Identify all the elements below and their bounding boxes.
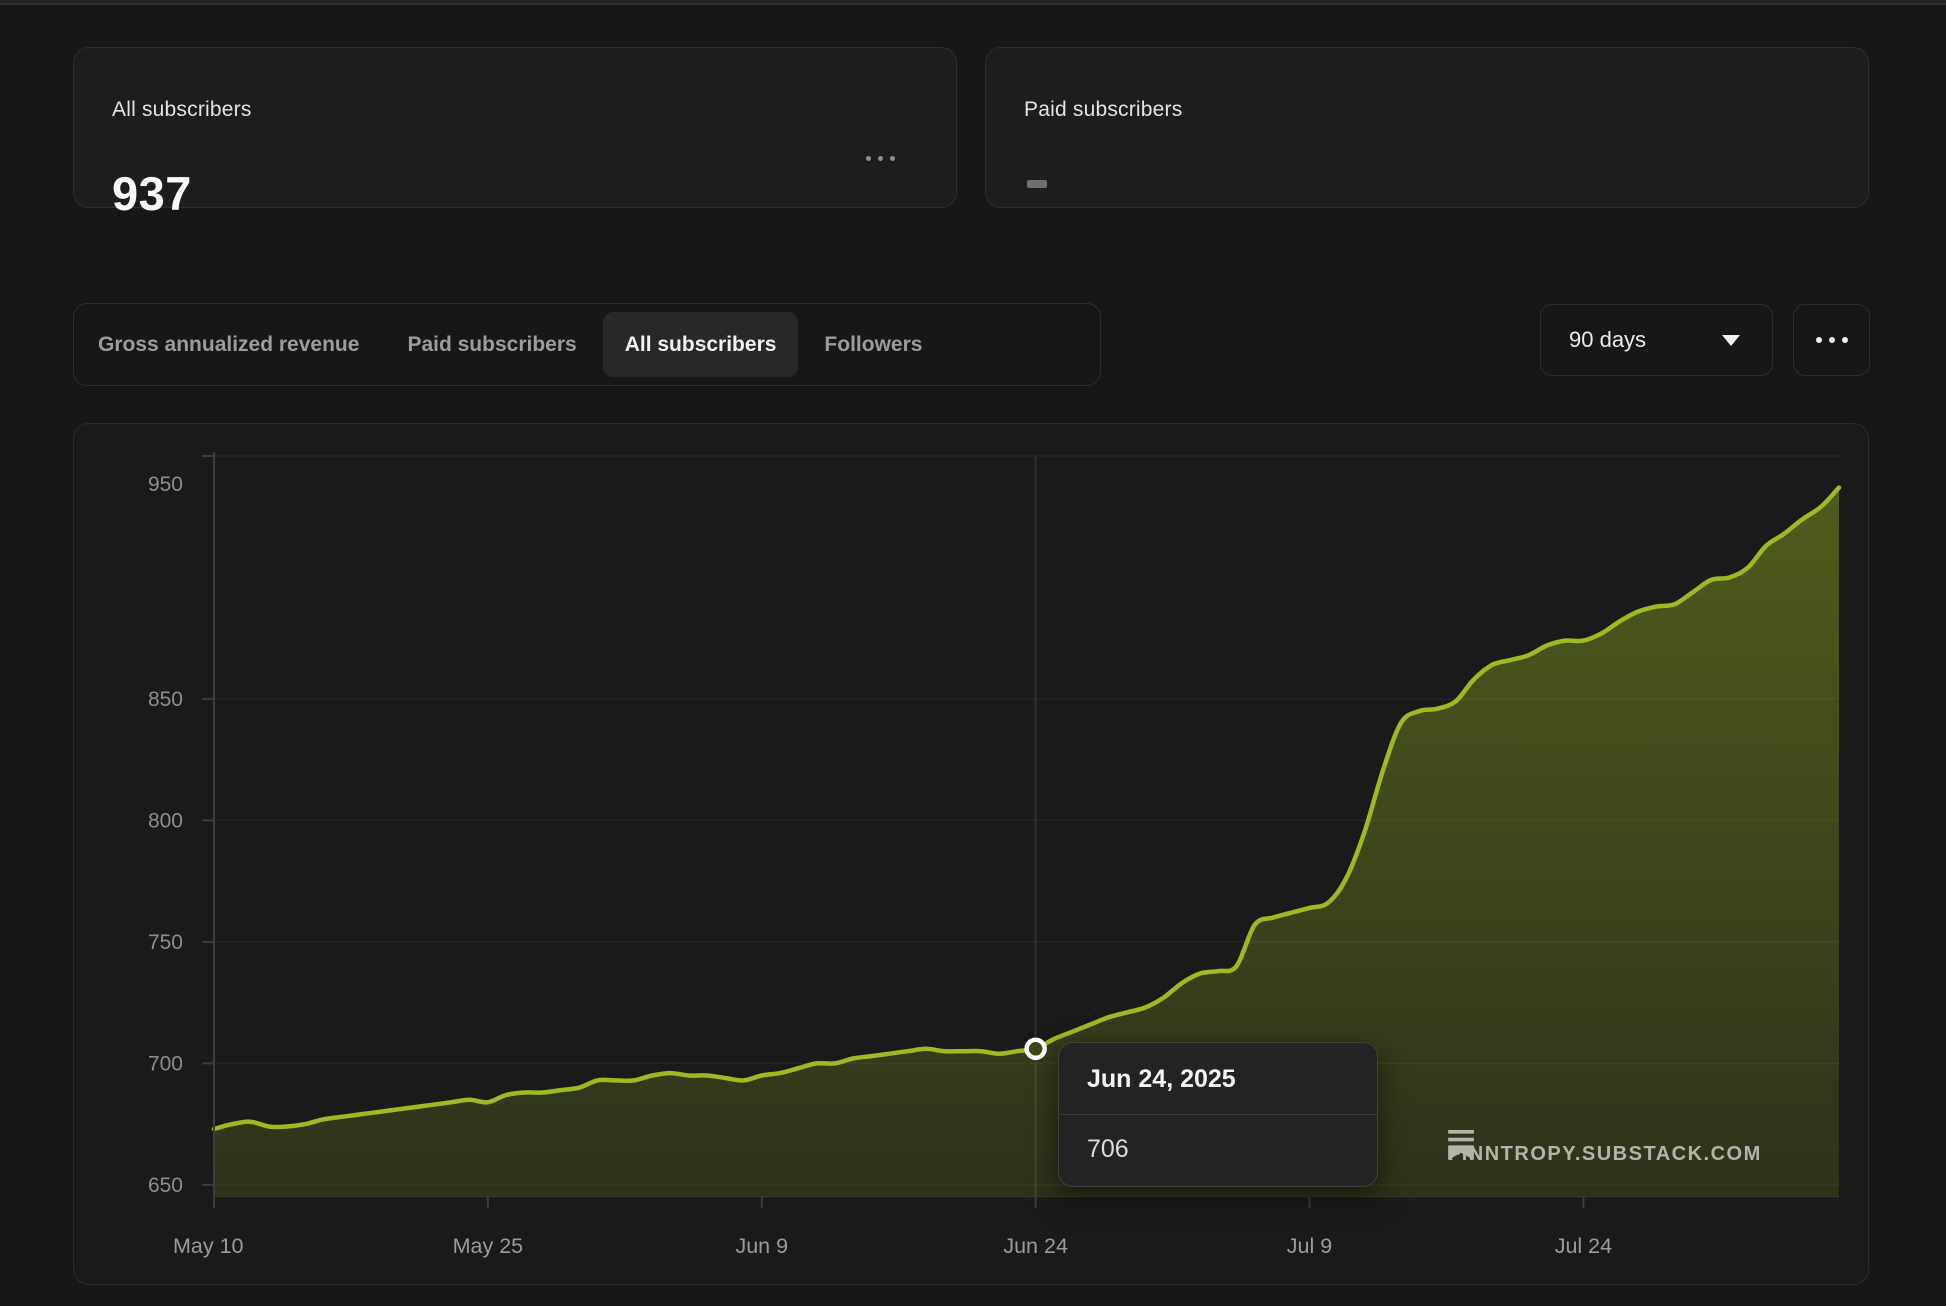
stat-card-paid-subscribers: Paid subscribers [985,47,1869,208]
stat-card-all-subscribers: All subscribers 937 [73,47,957,220]
caret-down-icon [1722,335,1740,346]
stat-card-label: Paid subscribers [1024,98,1183,121]
svg-text:850: 850 [148,688,183,711]
tab-gross-annualized-revenue[interactable]: Gross annualized revenue [76,312,381,377]
svg-text:May 25: May 25 [453,1234,524,1258]
subscribers-area-chart[interactable]: 650 700 750 800 850 950 May 10 May 25 Jun 9 Jun 2… [74,424,1870,1286]
metric-tab-bar: Gross annualized revenue Paid subscriber… [73,303,1101,386]
date-range-value: 90 days [1569,327,1647,352]
svg-text:650: 650 [148,1174,183,1197]
svg-text:Jun 9: Jun 9 [735,1234,788,1258]
svg-text:750: 750 [148,931,183,954]
chart-tooltip: Jun 24, 2025 706 [1058,1042,1378,1187]
date-range-select[interactable]: 90 days [1540,304,1773,376]
svg-text:950: 950 [148,473,183,496]
svg-text:800: 800 [148,809,183,832]
svg-text:Jul 24: Jul 24 [1555,1234,1612,1258]
tab-paid-subscribers[interactable]: Paid subscribers [385,312,598,377]
ellipsis-icon [1815,337,1822,343]
top-divider-bar [0,0,1946,5]
subscribers-chart-card: 650 700 750 800 850 950 May 10 May 25 Jun 9 Jun 2… [73,423,1869,1285]
tab-all-subscribers[interactable]: All subscribers [602,312,799,377]
svg-text:700: 700 [148,1052,183,1075]
tooltip-date: Jun 24, 2025 [1059,1043,1377,1115]
tooltip-value: 706 [1087,1135,1129,1163]
ellipsis-menu-icon[interactable] [866,148,906,168]
tab-followers[interactable]: Followers [802,312,944,377]
chart-more-options-button[interactable] [1793,304,1870,376]
svg-text:May 10: May 10 [173,1234,244,1258]
stat-card-value: 937 [112,167,192,220]
substack-stats-page: { "stat_cards": [ { "label": "All subscr… [0,0,1946,1306]
stat-card-label: All subscribers [112,98,252,121]
empty-value-dash [1027,180,1047,188]
svg-text:Jun 24: Jun 24 [1003,1234,1068,1258]
svg-text:Jul 9: Jul 9 [1287,1234,1332,1258]
